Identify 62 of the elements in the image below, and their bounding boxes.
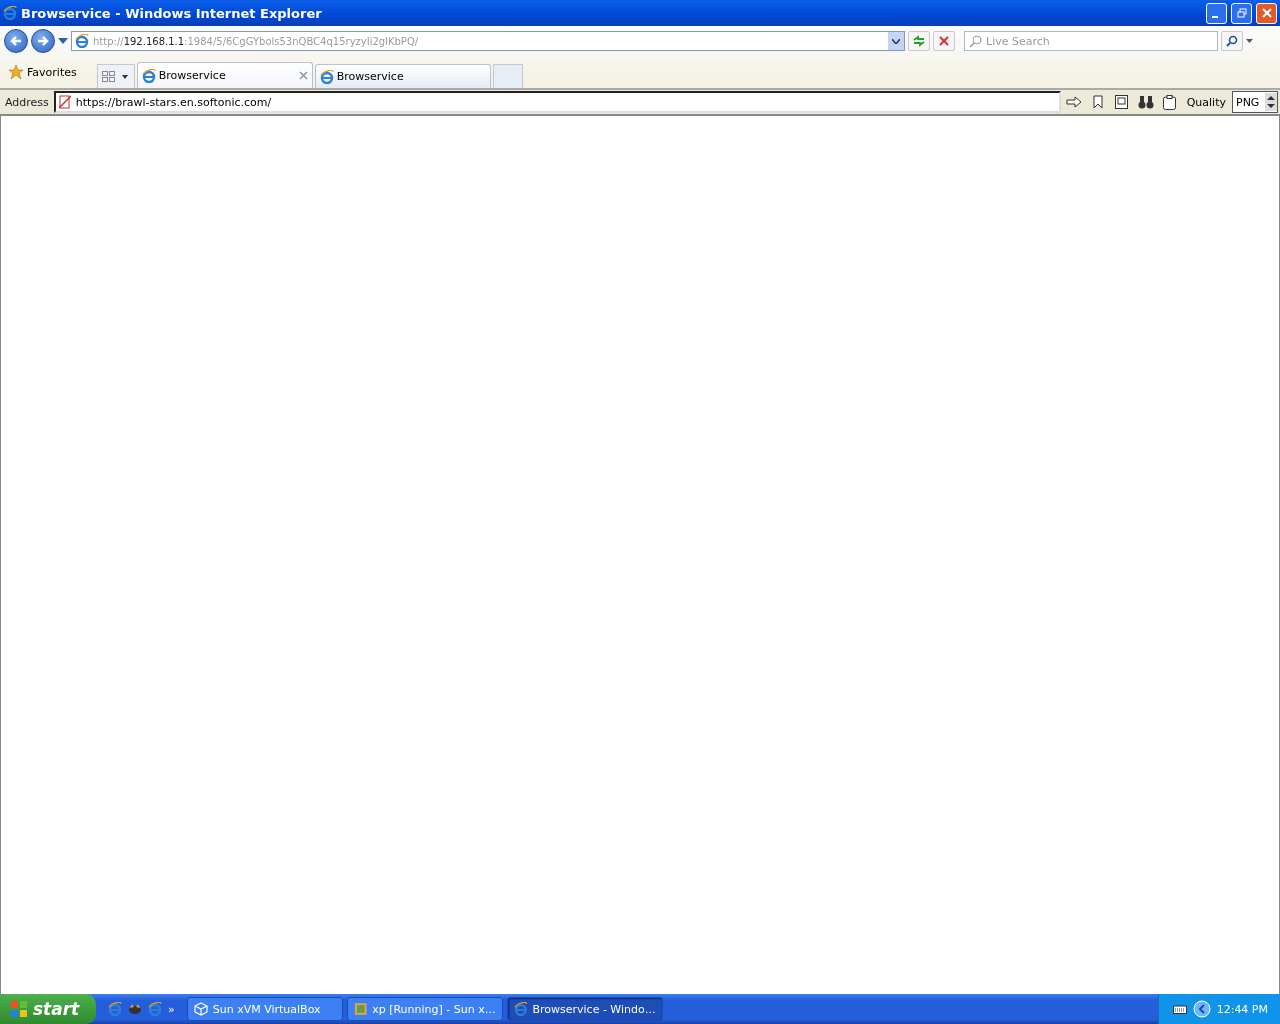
browser-icon — [148, 1002, 162, 1016]
bookmark-icon — [1092, 95, 1103, 109]
app-icon — [353, 1002, 368, 1016]
taskbar-button[interactable]: Sun xVM VirtualBox — [186, 997, 343, 1021]
chevron-icon — [892, 38, 900, 44]
restore-button[interactable] — [1231, 2, 1252, 24]
clipboard-icon — [1163, 94, 1177, 110]
close-icon[interactable] — [298, 71, 308, 80]
caret-icon — [121, 74, 128, 79]
broken-page-icon — [58, 95, 71, 109]
taskbar-button[interactable]: Browservice - Windo… — [506, 997, 663, 1021]
tab-icon — [141, 68, 156, 83]
browser-icon — [108, 1002, 122, 1016]
refresh-button[interactable] — [908, 31, 930, 51]
clock: 12:44 PM — [1216, 1002, 1268, 1016]
browser-tab[interactable]: Browservice — [136, 62, 313, 88]
window-icon — [3, 6, 17, 20]
search-icon — [1226, 35, 1238, 47]
stop-button[interactable] — [933, 31, 955, 51]
binoculars-icon — [1137, 95, 1154, 109]
window-title: Browservice - Windows Internet Explorer — [21, 5, 323, 21]
windows-flag-icon — [10, 1000, 28, 1018]
keyboard-icon[interactable] — [1172, 1004, 1187, 1014]
close-button[interactable] — [1256, 2, 1277, 24]
minimize-button[interactable] — [1206, 2, 1227, 24]
taskbar-button[interactable]: xp [Running] - Sun x… — [346, 997, 503, 1021]
cat-icon[interactable] — [128, 1003, 142, 1015]
url-field[interactable]: http://192.168.1.1:1984/5/6CgGYbols53nQBC4q15ryzyIi2glKbPQ/ — [71, 31, 905, 51]
search-field[interactable]: Live Search — [964, 31, 1218, 51]
address-field[interactable]: https://brawl-stars.en.softonic.com/ — [53, 91, 1061, 113]
cube-icon — [193, 1002, 208, 1016]
browser-tab[interactable]: Browservice — [314, 64, 491, 88]
quality-label: Quality — [1185, 95, 1227, 109]
chevron-icon[interactable] — [1192, 1000, 1211, 1018]
forward-button[interactable] — [31, 29, 55, 53]
restore-icon — [1236, 8, 1247, 18]
dropdown-button[interactable] — [888, 32, 904, 50]
search-icon — [969, 34, 983, 48]
right-arrow-icon — [1065, 96, 1082, 108]
back-button[interactable] — [4, 29, 28, 53]
tab-icon — [319, 69, 334, 84]
caret-icon[interactable] — [58, 38, 68, 44]
search-input[interactable]: Live Search — [986, 34, 1206, 48]
star-icon — [8, 64, 24, 80]
cross-icon — [939, 36, 949, 46]
refresh-icon — [912, 35, 926, 47]
close-icon — [1261, 8, 1272, 18]
quick-tabs-button[interactable] — [96, 64, 135, 88]
address-input[interactable]: https://brawl-stars.en.softonic.com/ — [75, 95, 1059, 109]
page-icon — [75, 34, 89, 48]
minimize-icon — [1212, 16, 1218, 18]
quality-spinner[interactable]: PNG — [1232, 91, 1278, 113]
grid-icon — [101, 70, 116, 83]
overflow-chevron[interactable]: » — [168, 1002, 175, 1016]
browser-icon — [513, 1002, 528, 1016]
spinner-arrows-icon[interactable] — [1265, 93, 1277, 111]
left-arrow-icon — [9, 34, 23, 48]
search-button[interactable] — [1221, 31, 1243, 51]
favorites-button[interactable]: Favorites — [4, 59, 81, 85]
right-arrow-icon — [36, 34, 50, 48]
caret-icon[interactable] — [1246, 39, 1253, 43]
address-label: Address — [4, 95, 50, 109]
